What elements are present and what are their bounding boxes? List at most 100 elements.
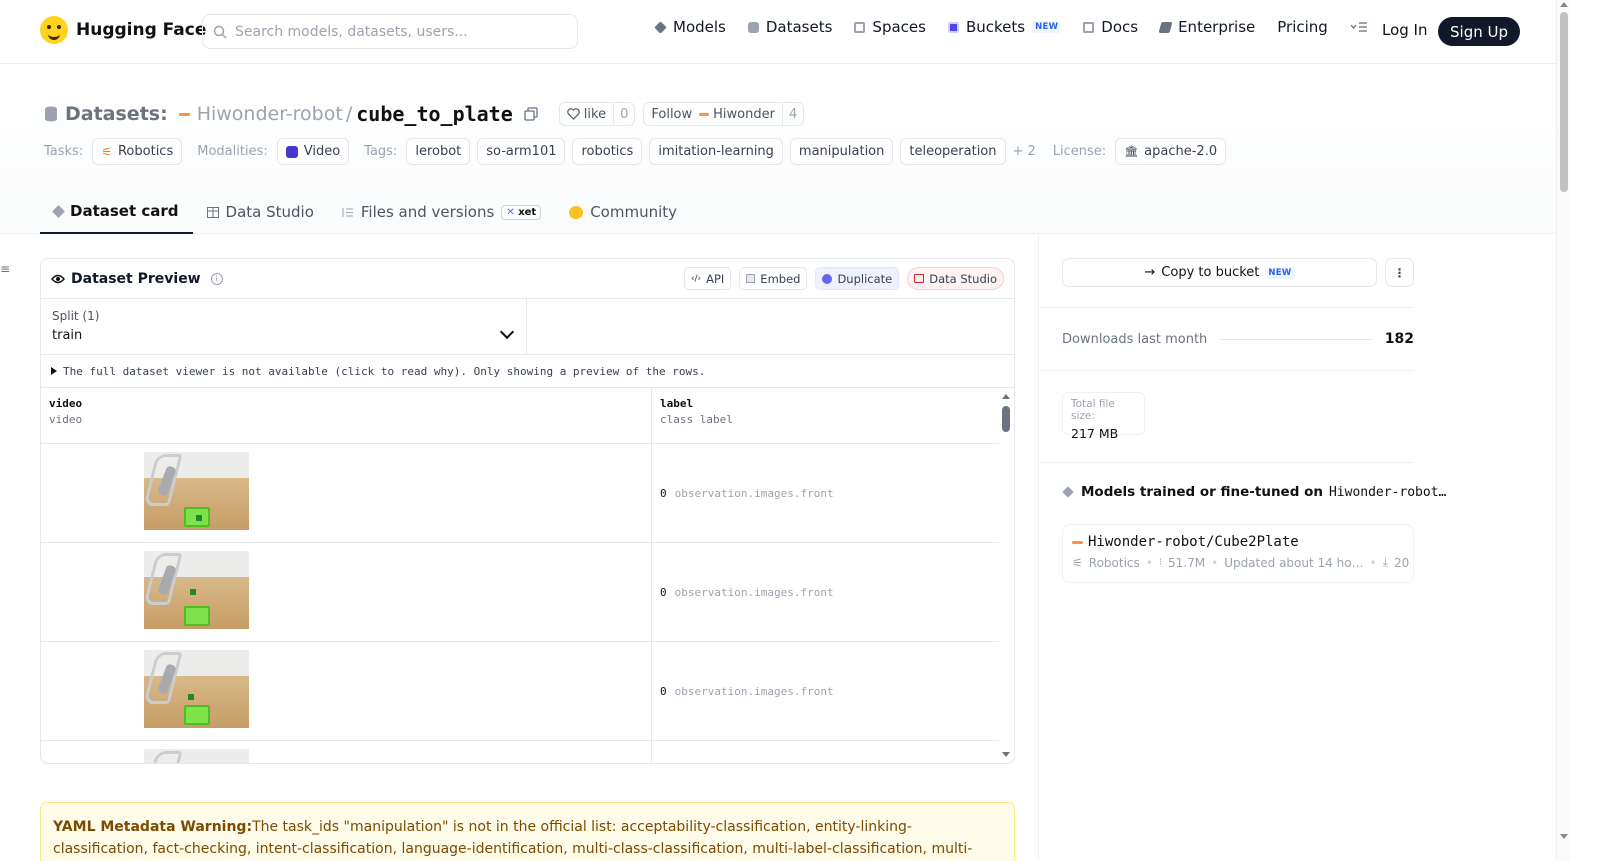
like-count: 0 bbox=[613, 103, 634, 125]
path-separator: / bbox=[345, 103, 353, 125]
more-tags-button[interactable]: + 2 bbox=[1013, 144, 1036, 159]
preview-title: Dataset Preview i bbox=[51, 271, 223, 287]
home-logo-link[interactable]: Hugging Face bbox=[40, 16, 206, 44]
nav-enterprise[interactable]: Enterprise bbox=[1158, 18, 1256, 36]
download-icon: ⤓ bbox=[1382, 555, 1388, 569]
license-tag[interactable]: 🏛 apache-2.0 bbox=[1115, 138, 1227, 165]
new-badge: NEW bbox=[1265, 266, 1295, 279]
embed-icon bbox=[746, 274, 756, 283]
task-tag-label: Robotics bbox=[117, 144, 174, 159]
nav-buckets[interactable]: Buckets NEW bbox=[947, 18, 1062, 36]
owner-link[interactable]: Hiwonder-robot bbox=[197, 103, 343, 125]
modalities-label: Modalities: bbox=[197, 144, 268, 159]
page-scrollbar[interactable] bbox=[1556, 0, 1570, 861]
database-icon bbox=[45, 106, 57, 122]
scroll-down-icon[interactable] bbox=[1002, 752, 1010, 757]
nav-enterprise-label: Enterprise bbox=[1178, 18, 1256, 36]
tab-data-studio-label: Data Studio bbox=[225, 203, 314, 221]
more-options-button[interactable]: ⋮ bbox=[1385, 258, 1414, 287]
search-input[interactable] bbox=[235, 23, 555, 40]
copy-to-bucket-button[interactable]: → Copy to bucket NEW bbox=[1062, 258, 1377, 287]
api-button[interactable]: ‹/› API bbox=[683, 267, 732, 290]
breadcrumb: Datasets: Hiwonder-robot / cube_to_plate… bbox=[44, 102, 805, 126]
task-tag[interactable]: ⚟ Robotics bbox=[92, 138, 183, 165]
tag-manipulation[interactable]: manipulation bbox=[789, 138, 894, 165]
nav-pricing-label: Pricing bbox=[1277, 18, 1328, 36]
repo-name[interactable]: cube_to_plate bbox=[356, 102, 513, 126]
table-row[interactable]: 0 observation.images.front bbox=[41, 444, 999, 543]
tab-community[interactable]: Community bbox=[555, 190, 691, 234]
nav-models[interactable]: Models bbox=[654, 18, 726, 36]
scroll-down-icon[interactable] bbox=[1560, 834, 1568, 839]
table-scrollbar[interactable] bbox=[1000, 388, 1012, 763]
like-button[interactable]: like 0 bbox=[558, 102, 636, 126]
nav-datasets[interactable]: Datasets bbox=[747, 18, 832, 36]
scrollbar-thumb[interactable] bbox=[1002, 406, 1010, 432]
tag-so-arm101[interactable]: so-arm101 bbox=[477, 138, 566, 165]
tab-data-studio[interactable]: Data Studio bbox=[193, 190, 328, 234]
downloads-value: 182 bbox=[1384, 331, 1414, 347]
search-box[interactable] bbox=[202, 14, 578, 49]
tag-robotics[interactable]: robotics bbox=[572, 138, 643, 165]
viewer-notice[interactable]: The full dataset viewer is not available… bbox=[41, 355, 1014, 388]
tab-files[interactable]: Files and versions ✕ xet bbox=[328, 190, 555, 234]
nav-spaces[interactable]: Spaces bbox=[854, 18, 926, 36]
divider bbox=[1040, 307, 1414, 308]
tag-teleoperation[interactable]: teleoperation bbox=[900, 138, 1006, 165]
model-card[interactable]: Hiwonder-robot/Cube2Plate ⚟ Robotics • ⁝… bbox=[1062, 524, 1414, 583]
table-row[interactable]: 0 observation.images.front bbox=[41, 543, 999, 642]
org-avatar-icon bbox=[1072, 540, 1083, 544]
login-link[interactable]: Log In bbox=[1382, 21, 1428, 39]
embed-button[interactable]: Embed bbox=[739, 267, 808, 290]
tasks-label: Tasks: bbox=[44, 144, 84, 159]
split-select[interactable]: Split (1) train bbox=[41, 299, 527, 354]
follow-label: Follow bbox=[651, 106, 693, 122]
logo-text: Hugging Face bbox=[76, 20, 207, 40]
scrollbar-thumb[interactable] bbox=[1560, 12, 1568, 192]
tab-dataset-card[interactable]: Dataset card bbox=[40, 190, 193, 234]
nav-more-menu[interactable] bbox=[1350, 21, 1368, 33]
community-icon bbox=[569, 205, 584, 219]
split-value: train bbox=[52, 328, 83, 343]
tag-lerobot[interactable]: lerobot bbox=[406, 138, 471, 165]
arrow-right-icon: → bbox=[1144, 265, 1156, 280]
downloads-stat: Downloads last month 182 bbox=[1062, 331, 1414, 347]
org-avatar-icon bbox=[699, 112, 710, 116]
duplicate-button[interactable]: Duplicate bbox=[815, 267, 900, 290]
preview-table: video video label class label 0 observati… bbox=[41, 388, 1014, 763]
tag-imitation-learning[interactable]: imitation-learning bbox=[649, 138, 783, 165]
nav-spaces-label: Spaces bbox=[872, 18, 926, 36]
signup-button[interactable]: Sign Up bbox=[1438, 17, 1520, 46]
model-updated: Updated about 14 ho… bbox=[1224, 555, 1364, 570]
data-studio-button[interactable]: Data Studio bbox=[907, 267, 1004, 290]
modality-tag[interactable]: Video bbox=[276, 138, 350, 165]
scroll-up-icon[interactable] bbox=[1560, 2, 1568, 7]
label-index: 0 bbox=[660, 486, 667, 500]
nav-docs[interactable]: Docs bbox=[1083, 18, 1138, 36]
video-thumbnail[interactable] bbox=[144, 452, 249, 530]
table-row[interactable]: 0 observation.images.front bbox=[41, 642, 999, 741]
license-tag-label: apache-2.0 bbox=[1144, 144, 1218, 159]
copy-icon[interactable] bbox=[524, 107, 538, 121]
video-thumbnail[interactable] bbox=[144, 551, 249, 629]
column-header-video: video video bbox=[41, 388, 652, 443]
follow-button[interactable]: Follow Hiwonder 4 bbox=[643, 102, 805, 126]
column-header-label: label class label bbox=[660, 397, 733, 426]
search-icon bbox=[213, 25, 227, 39]
video-thumbnail[interactable] bbox=[144, 650, 249, 728]
scroll-up-icon[interactable] bbox=[1002, 394, 1010, 399]
book-icon bbox=[1083, 21, 1095, 33]
info-icon[interactable]: i bbox=[210, 272, 223, 285]
label-index: 0 bbox=[660, 684, 667, 698]
toc-toggle-icon[interactable]: ≡ bbox=[0, 262, 10, 276]
label-name: observation.images.front bbox=[674, 684, 834, 698]
divider bbox=[1040, 462, 1414, 463]
nav-docs-label: Docs bbox=[1101, 18, 1139, 36]
cube-icon bbox=[52, 204, 65, 218]
column-divider bbox=[1038, 234, 1039, 861]
table-row[interactable] bbox=[41, 741, 999, 763]
datasets-crumb[interactable]: Datasets: bbox=[65, 103, 168, 125]
video-thumbnail[interactable] bbox=[144, 749, 249, 763]
nav-pricing[interactable]: Pricing bbox=[1277, 18, 1328, 36]
database-icon bbox=[747, 21, 759, 33]
